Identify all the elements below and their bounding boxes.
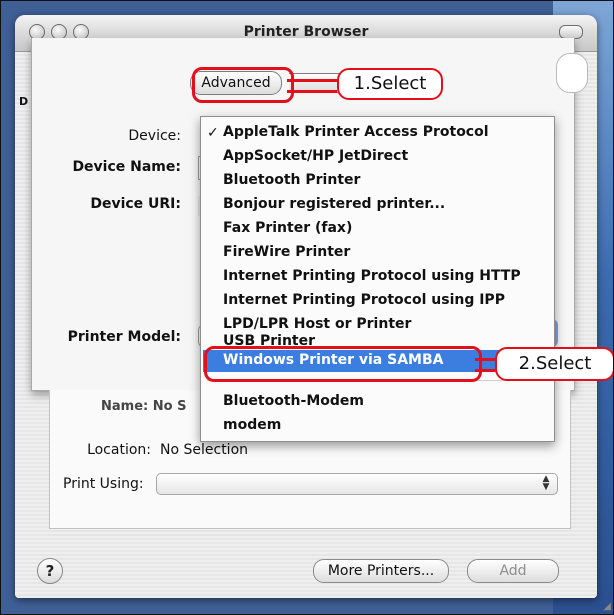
menu-item[interactable]: USB Printer bbox=[223, 333, 315, 347]
truncated-label: D bbox=[19, 95, 29, 108]
annotation-callout-step1: 1.Select bbox=[337, 68, 443, 100]
help-button[interactable]: ? bbox=[37, 558, 63, 584]
device-popup-menu: ✓ AppleTalk Printer Access Protocol AppS… bbox=[200, 116, 555, 442]
device-uri-label: Device URI: bbox=[90, 196, 181, 212]
location-label: Location: bbox=[87, 442, 151, 458]
annotation-callout-step2: 2.Select bbox=[495, 347, 613, 381]
name-ghost-label: Name: No S bbox=[101, 399, 187, 414]
checkmark-icon: ✓ bbox=[207, 125, 219, 141]
print-using-popup[interactable]: ▲ ▼ bbox=[156, 473, 558, 495]
menu-item[interactable]: Internet Printing Protocol using HTTP bbox=[223, 268, 521, 284]
menu-item[interactable]: Bluetooth-Modem bbox=[223, 393, 364, 409]
sheet-side-control bbox=[556, 53, 588, 93]
device-name-label: Device Name: bbox=[72, 159, 181, 175]
annotation-highlight-advanced bbox=[192, 67, 294, 103]
chevron-updown-icon: ▲ ▼ bbox=[542, 474, 550, 492]
screenshot-frame: Printer Browser D Advanced Device: Devic… bbox=[0, 0, 614, 615]
menu-item[interactable]: AppleTalk Printer Access Protocol bbox=[223, 124, 489, 140]
menu-item[interactable]: FireWire Printer bbox=[223, 244, 350, 260]
add-button[interactable]: Add bbox=[467, 559, 559, 583]
device-label: Device: bbox=[128, 128, 181, 144]
resize-grip-icon[interactable]: ◢ bbox=[603, 601, 611, 612]
menu-item[interactable]: Fax Printer (fax) bbox=[223, 220, 352, 236]
annotation-connector-1 bbox=[287, 79, 337, 93]
print-using-label: Print Using: bbox=[63, 476, 144, 492]
menu-item[interactable]: LPD/LPR Host or Printer bbox=[223, 316, 411, 332]
annotation-connector-2 bbox=[475, 358, 495, 372]
more-printers-button[interactable]: More Printers... bbox=[313, 559, 449, 583]
printer-model-label: Printer Model: bbox=[67, 329, 181, 345]
location-value: No Selection bbox=[160, 442, 249, 458]
toolbar-toggle-button[interactable] bbox=[559, 25, 583, 39]
menu-item[interactable]: modem bbox=[223, 417, 281, 433]
annotation-highlight-samba bbox=[204, 346, 482, 382]
menu-item[interactable]: Internet Printing Protocol using IPP bbox=[223, 292, 505, 308]
menu-item[interactable]: Bonjour registered printer... bbox=[223, 196, 445, 212]
menu-item[interactable]: Bluetooth Printer bbox=[223, 172, 360, 188]
menu-item[interactable]: AppSocket/HP JetDirect bbox=[223, 148, 408, 164]
